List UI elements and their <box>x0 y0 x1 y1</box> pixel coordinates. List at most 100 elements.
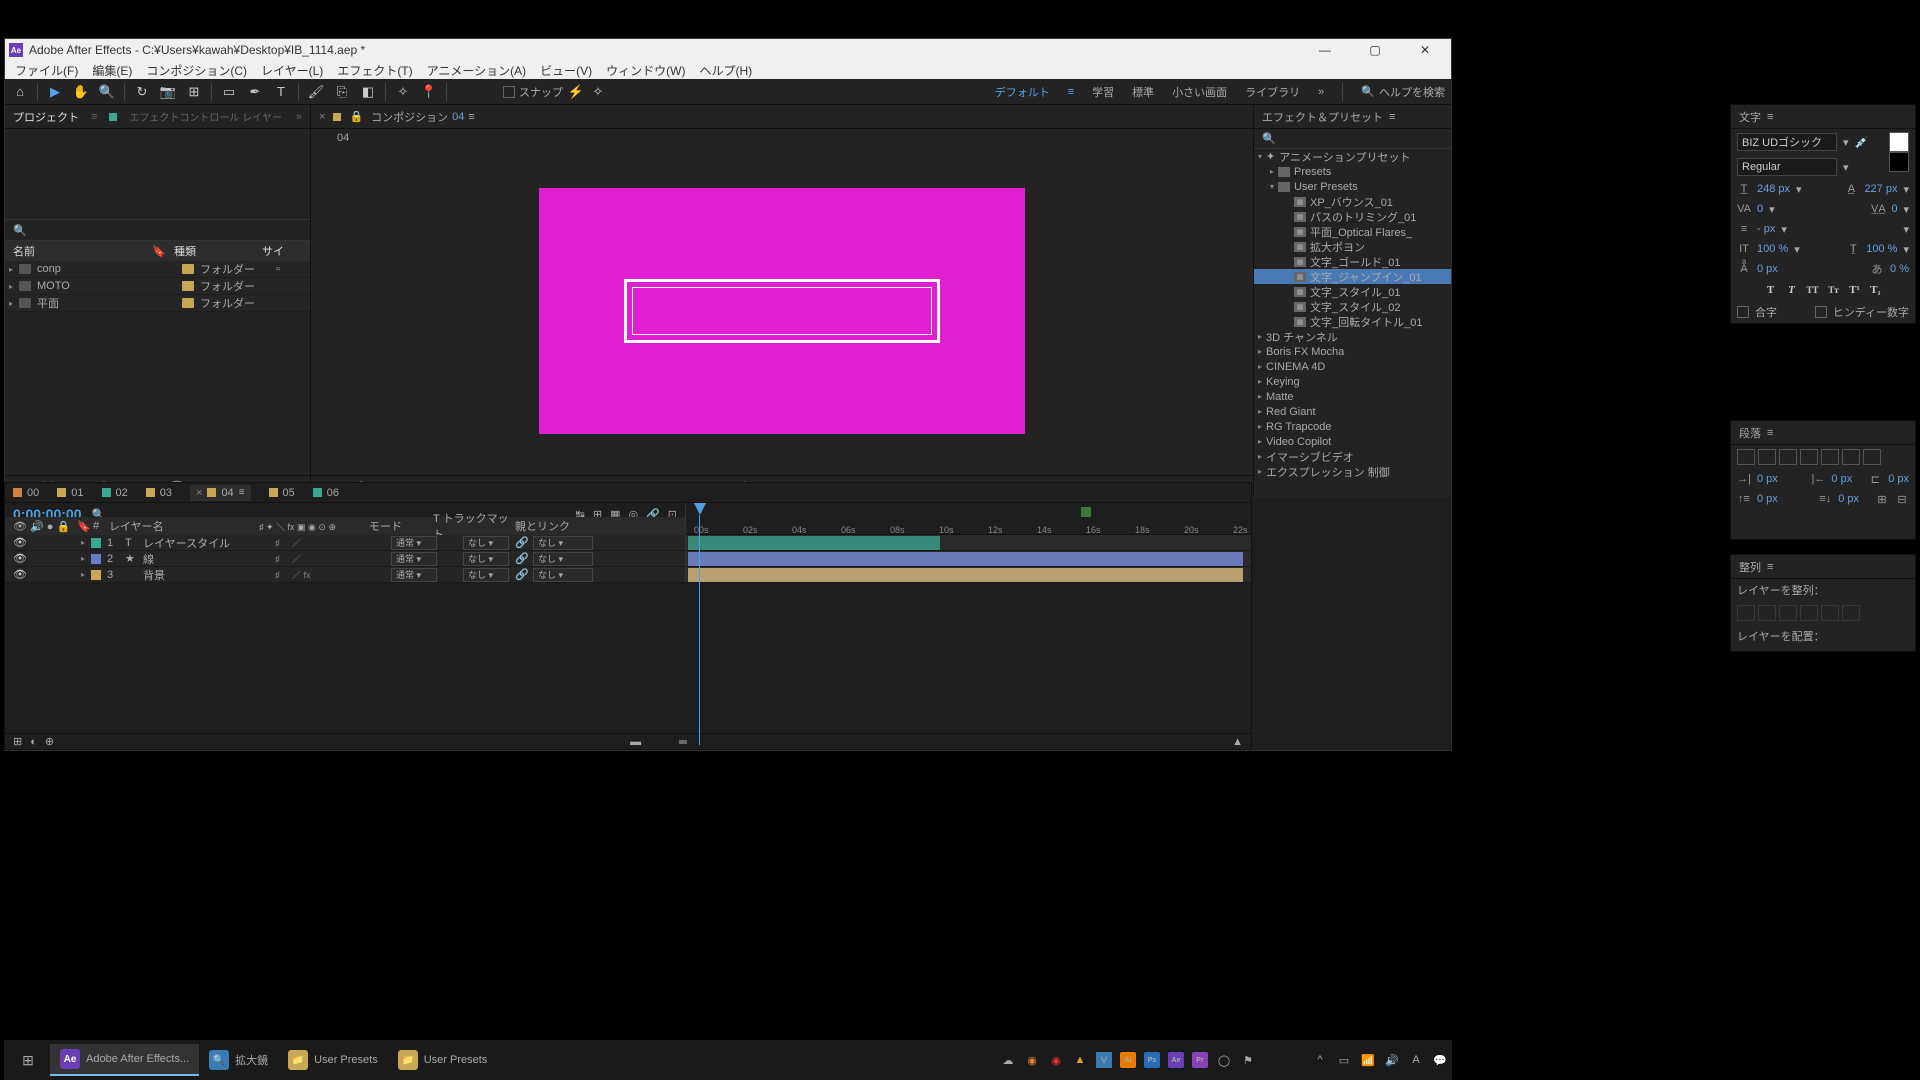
parent-dd[interactable]: なし ▾ <box>533 552 593 566</box>
composition-viewer[interactable] <box>311 147 1253 475</box>
roto-tool-icon[interactable]: ✧ <box>394 83 412 101</box>
leading-value[interactable]: 227 px <box>1864 183 1897 195</box>
project-search[interactable]: 🔍 <box>5 219 310 241</box>
tray-up-icon[interactable]: ^ <box>1312 1052 1328 1068</box>
justify-all-button[interactable] <box>1863 449 1881 465</box>
tray-notif-icon[interactable]: 💬 <box>1432 1052 1448 1068</box>
timeline-tab[interactable]: 01 <box>57 487 83 499</box>
preset-item[interactable]: ▦文字_ゴールド_01 <box>1254 254 1451 269</box>
home-icon[interactable]: ⌂ <box>11 83 29 101</box>
italic-button[interactable]: T <box>1783 282 1801 298</box>
bold-button[interactable]: T <box>1762 282 1780 298</box>
timeline-tab[interactable]: 02 <box>102 487 128 499</box>
menu-composition[interactable]: コンポジション(C) <box>140 61 253 79</box>
track-matte-dd[interactable]: なし ▾ <box>463 552 509 566</box>
timeline-tab[interactable]: 00 <box>13 487 39 499</box>
align-vc-button[interactable] <box>1821 605 1839 621</box>
timeline-layer-row[interactable]: 👁 ▸ 3 背景 ♯ ／ fx 通常 ▾ なし ▾ 🔗 なし ▾ <box>5 567 1251 583</box>
preset-item[interactable]: ▦文字_ジャンプイン_01 <box>1254 269 1451 284</box>
project-row[interactable]: ▸ 平面 フォルダー <box>5 295 310 312</box>
tracking-value[interactable]: 0 <box>1891 203 1897 215</box>
tl-toggle-icon[interactable]: ⊞ <box>13 735 22 748</box>
tree-animation-presets[interactable]: ▾✦アニメーションプリセット <box>1254 149 1451 164</box>
tray-ai-icon[interactable]: Ai <box>1120 1052 1136 1068</box>
workarea-end[interactable] <box>1081 507 1091 517</box>
tree-presets[interactable]: ▸Presets <box>1254 164 1451 179</box>
allcaps-button[interactable]: TT <box>1804 282 1822 298</box>
tray-volume-icon[interactable]: 🔊 <box>1384 1052 1400 1068</box>
project-row[interactable]: ▸ MOTO フォルダー <box>5 278 310 295</box>
justify-center-button[interactable] <box>1821 449 1839 465</box>
track-matte-dd[interactable]: なし ▾ <box>463 568 509 582</box>
workspace-standard[interactable]: 標準 <box>1132 84 1154 100</box>
parent-dd[interactable]: なし ▾ <box>533 536 593 550</box>
zoom-slider[interactable] <box>649 738 1224 746</box>
workspace-small[interactable]: 小さい画面 <box>1172 84 1227 100</box>
brush-tool-icon[interactable]: 🖌 <box>307 83 325 101</box>
tray-ime-icon[interactable]: A <box>1408 1052 1424 1068</box>
maximize-button[interactable]: ▢ <box>1353 39 1397 61</box>
stroke-width-value[interactable]: - px <box>1757 223 1775 235</box>
menu-file[interactable]: ファイル(F) <box>9 61 84 79</box>
search-icon[interactable]: 🔍 <box>1361 85 1375 98</box>
taskbar-app[interactable]: Ae Adobe After Effects... <box>50 1044 199 1076</box>
tsume-value[interactable]: 0 % <box>1890 263 1909 275</box>
tray-chrome-icon[interactable]: ◉ <box>1024 1052 1040 1068</box>
preset-item[interactable]: ▦XP_バウンス_01 <box>1254 194 1451 209</box>
workspace-learn[interactable]: 学習 <box>1092 84 1114 100</box>
align-r-button[interactable] <box>1779 605 1797 621</box>
tab-project[interactable]: プロジェクト <box>13 109 79 125</box>
hand-tool-icon[interactable]: ✋ <box>72 83 90 101</box>
menu-window[interactable]: ウィンドウ(W) <box>600 61 691 79</box>
justify-left-button[interactable] <box>1800 449 1818 465</box>
preset-item[interactable]: ▦パスのトリミング_01 <box>1254 209 1451 224</box>
menu-layer[interactable]: レイヤー(L) <box>255 61 329 79</box>
snap-checkbox[interactable] <box>503 86 515 98</box>
tree-category[interactable]: ▸RG Trapcode <box>1254 419 1451 434</box>
stroke-color[interactable] <box>1889 152 1909 172</box>
taskbar-app[interactable]: 🔍 拡大鏡 <box>199 1044 278 1076</box>
tray-pr-icon[interactable]: Pr <box>1192 1052 1208 1068</box>
font-family-input[interactable] <box>1737 133 1837 151</box>
align-l-button[interactable] <box>1737 605 1755 621</box>
type-tool-icon[interactable]: T <box>272 83 290 101</box>
workspace-more-icon[interactable]: » <box>1318 86 1324 98</box>
zoom-in-icon[interactable]: ▲ <box>1232 736 1243 748</box>
tl-b2-icon[interactable]: ◐ <box>30 736 37 748</box>
superscript-button[interactable]: T¹ <box>1846 282 1864 298</box>
hscale-value[interactable]: 100 % <box>1866 243 1897 255</box>
tl-b3-icon[interactable]: ⊕ <box>45 735 54 748</box>
font-style-input[interactable] <box>1737 158 1837 176</box>
tategaki-icon[interactable]: ⊞ <box>1875 492 1889 506</box>
parent-dd[interactable]: なし ▾ <box>533 568 593 582</box>
align-left-button[interactable] <box>1737 449 1755 465</box>
preset-item[interactable]: ▦文字_スタイル_02 <box>1254 299 1451 314</box>
rotate-tool-icon[interactable]: ↻ <box>133 83 151 101</box>
timeline-tab[interactable]: 03 <box>146 487 172 499</box>
tree-category[interactable]: ▸3D チャンネル <box>1254 329 1451 344</box>
subscript-button[interactable]: T₁ <box>1867 282 1885 298</box>
effects-search[interactable]: 🔍 <box>1254 129 1451 149</box>
taskbar-app[interactable]: 📁 User Presets <box>388 1044 498 1076</box>
menu-effect[interactable]: エフェクト(T) <box>331 61 418 79</box>
timeline-tab[interactable]: 06 <box>313 487 339 499</box>
align-right-button[interactable] <box>1779 449 1797 465</box>
visibility-icon[interactable]: 👁 <box>13 552 25 565</box>
tree-category[interactable]: ▸Video Copilot <box>1254 434 1451 449</box>
pen-tool-icon[interactable]: ✒ <box>246 83 264 101</box>
tray-flag-icon[interactable]: ⚑ <box>1240 1052 1256 1068</box>
close-button[interactable]: ✕ <box>1403 39 1447 61</box>
align-t-button[interactable] <box>1800 605 1818 621</box>
baseline-value[interactable]: 0 px <box>1757 263 1778 275</box>
canvas[interactable] <box>539 188 1025 434</box>
rectangle-tool-icon[interactable]: ▭ <box>220 83 238 101</box>
timeline-layer-row[interactable]: 👁 ▸ 2 ★ 線 ♯ ／ 通常 ▾ なし ▾ 🔗 なし ▾ <box>5 551 1251 567</box>
tree-category[interactable]: ▸エクスプレッション 制御 <box>1254 464 1451 479</box>
timeline-layer-row[interactable]: 👁 ▸ 1 T レイヤースタイル ♯ ／ 通常 ▾ なし ▾ 🔗 なし ▾ <box>5 535 1251 551</box>
pan-behind-tool-icon[interactable]: ⊞ <box>185 83 203 101</box>
track-matte-dd[interactable]: なし ▾ <box>463 536 509 550</box>
tray-ps-icon[interactable]: Ps <box>1144 1052 1160 1068</box>
vscale-value[interactable]: 100 % <box>1757 243 1788 255</box>
eyedropper-icon[interactable]: 💉 <box>1855 135 1869 149</box>
tray-warn-icon[interactable]: ▲ <box>1072 1052 1088 1068</box>
